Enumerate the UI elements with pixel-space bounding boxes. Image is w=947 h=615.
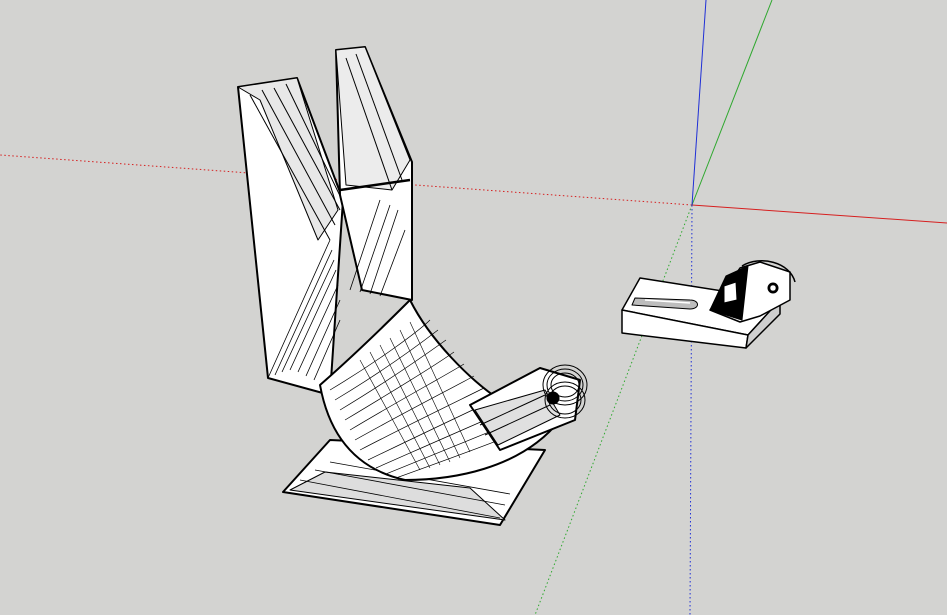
red-axis-positive (691, 204, 947, 224)
blue-axis-negative (689, 204, 693, 615)
modeling-viewport[interactable] (0, 0, 947, 615)
axes (0, 0, 947, 615)
viewport-canvas[interactable] (0, 0, 947, 615)
clamp-model[interactable] (237, 46, 588, 526)
mount-adapter-model[interactable] (621, 260, 796, 349)
